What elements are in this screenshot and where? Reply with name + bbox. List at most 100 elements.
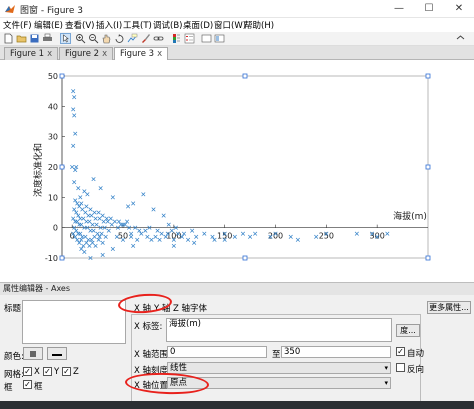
menu-help[interactable]: 帮助(H): [244, 19, 274, 31]
degree-button[interactable]: 度...: [396, 324, 420, 337]
chevron-down-icon: ▾: [384, 364, 388, 372]
property-editor-header: 属性编辑器 - Axes: [0, 283, 474, 295]
show-plot-tools-icon[interactable]: [214, 33, 225, 44]
selection-handle: [242, 255, 248, 261]
property-editor: 属性编辑器 - Axes 标题: 颜色: 网格: ✓ X ✓ Y ✓ Z 框 ✓…: [0, 282, 474, 409]
figure-tab-strip: Figure 1x Figure 2x Figure 3x: [0, 46, 474, 61]
x-scale-value: 线性: [170, 363, 188, 373]
y-tick-label: 30: [48, 133, 58, 142]
tab-figure-2[interactable]: Figure 2x: [59, 47, 114, 60]
y-tick-label: 10: [48, 193, 58, 202]
save-icon[interactable]: [29, 33, 40, 44]
scatter-plot[interactable]: -10010203040500 50 100 150 200 250 300 浓度标准化和 …: [0, 60, 474, 282]
grid-label: 网格:: [4, 370, 24, 380]
x-range-to-label: 至: [272, 350, 281, 360]
tab-close-icon[interactable]: x: [47, 49, 52, 59]
toolbar: [0, 32, 474, 46]
grid-z-label: Z: [73, 367, 79, 377]
hide-plot-tools-icon[interactable]: [201, 33, 212, 44]
x-scale-dropdown[interactable]: 线性 ▾: [167, 362, 391, 374]
selection-handle: [59, 255, 65, 261]
x-range-from-input[interactable]: 0: [167, 346, 267, 358]
tab-label: Figure 1: [10, 49, 45, 59]
menu-bar: 文件(F) 编辑(E) 查看(V) 插入(I) 工具(T) 调试(B) 桌面(D…: [0, 18, 474, 32]
grid-y-label: Y: [54, 367, 60, 377]
reverse-label: 反向: [407, 365, 425, 375]
auto-checkbox[interactable]: ✓: [396, 347, 405, 356]
arrow-cursor-icon[interactable]: [60, 33, 71, 44]
rotate-icon[interactable]: [114, 33, 125, 44]
edge-color-button[interactable]: [47, 347, 67, 360]
more-properties-button[interactable]: 更多属性...: [427, 301, 471, 314]
menu-desktop[interactable]: 桌面(D): [183, 19, 213, 31]
minimize-button[interactable]: —: [384, 0, 414, 18]
menu-window[interactable]: 窗口(W): [214, 19, 246, 31]
tab-font[interactable]: 字体: [190, 302, 207, 314]
x-tick-label: 250: [319, 232, 334, 241]
y-tick-label: 0: [53, 224, 58, 233]
selection-handle: [59, 164, 65, 170]
tab-label: Figure 2: [65, 49, 100, 59]
grid-x-checkbox[interactable]: ✓: [23, 367, 32, 376]
tab-z-axis[interactable]: Z 轴: [173, 302, 190, 314]
reverse-checkbox[interactable]: [396, 363, 405, 372]
grid-y-checkbox[interactable]: ✓: [43, 367, 52, 376]
window-title: 图窗 - Figure 3: [20, 6, 84, 16]
menu-view[interactable]: 查看(V): [65, 19, 94, 31]
zoom-in-icon[interactable]: [75, 33, 86, 44]
x-axis-label: 海拔(m): [393, 210, 427, 222]
x-range-to-input[interactable]: 350: [281, 346, 391, 358]
grid-z-checkbox[interactable]: ✓: [62, 367, 71, 376]
tab-figure-3[interactable]: Figure 3x: [114, 47, 169, 61]
tab-close-icon[interactable]: x: [157, 49, 162, 59]
colorbar-icon[interactable]: [171, 33, 182, 44]
selection-handle: [59, 73, 65, 79]
chevron-down-icon: ▾: [384, 379, 388, 387]
open-folder-icon[interactable]: [16, 33, 27, 44]
legend-icon[interactable]: [184, 33, 195, 44]
title-input[interactable]: [22, 300, 126, 344]
pen-line-icon: [52, 354, 62, 356]
title-label: 标题:: [4, 304, 24, 314]
color-label: 颜色:: [4, 352, 24, 362]
taskbar: [0, 401, 474, 409]
dock-icon[interactable]: [455, 33, 466, 44]
paint-bucket-icon: [30, 351, 36, 357]
y-axis-label: 浓度标准化和: [32, 143, 44, 197]
menu-insert[interactable]: 插入(I): [96, 19, 122, 31]
menu-edit[interactable]: 编辑(E): [34, 19, 63, 31]
auto-label: 自动: [407, 349, 425, 359]
grid-x-label: X: [34, 367, 40, 377]
tab-figure-1[interactable]: Figure 1x: [4, 47, 59, 60]
link-icon[interactable]: [153, 33, 164, 44]
y-tick-label: -10: [45, 254, 58, 263]
matlab-logo-icon: [5, 5, 15, 13]
selection-handle: [425, 164, 431, 170]
tab-close-icon[interactable]: x: [102, 49, 107, 59]
box-check-label: 框: [34, 382, 43, 392]
menu-debug[interactable]: 调试(B): [153, 19, 182, 31]
brush-icon[interactable]: [140, 33, 151, 44]
selection-handle: [425, 73, 431, 79]
x-label-label: X 标签:: [134, 322, 163, 332]
box-checkbox[interactable]: ✓: [23, 380, 32, 389]
selection-handle: [242, 73, 248, 79]
data-cursor-icon[interactable]: [127, 33, 138, 44]
new-file-icon[interactable]: [3, 33, 14, 44]
close-button[interactable]: ✕: [444, 0, 474, 18]
y-tick-label: 40: [48, 102, 58, 111]
x-label-input[interactable]: 海拔(m): [166, 318, 392, 342]
y-tick-label: 20: [48, 163, 58, 172]
box-label: 框: [4, 383, 13, 393]
pan-hand-icon[interactable]: [101, 33, 112, 44]
print-icon[interactable]: [42, 33, 53, 44]
figure-canvas[interactable]: -10 0 10 20 30 40 50 0 50 100 150 200 250 300 浓度标准化和 …: [0, 60, 474, 282]
x-range-label: X 轴范围:: [134, 350, 171, 360]
maximize-button[interactable]: ☐: [414, 0, 444, 18]
face-color-button[interactable]: [23, 347, 43, 360]
zoom-out-icon[interactable]: [88, 33, 99, 44]
menu-file[interactable]: 文件(F): [3, 19, 32, 31]
title-bar: 图窗 - Figure 3 — ☐ ✕: [0, 0, 474, 18]
menu-tools[interactable]: 工具(T): [123, 19, 152, 31]
y-tick-label: 50: [48, 72, 58, 81]
